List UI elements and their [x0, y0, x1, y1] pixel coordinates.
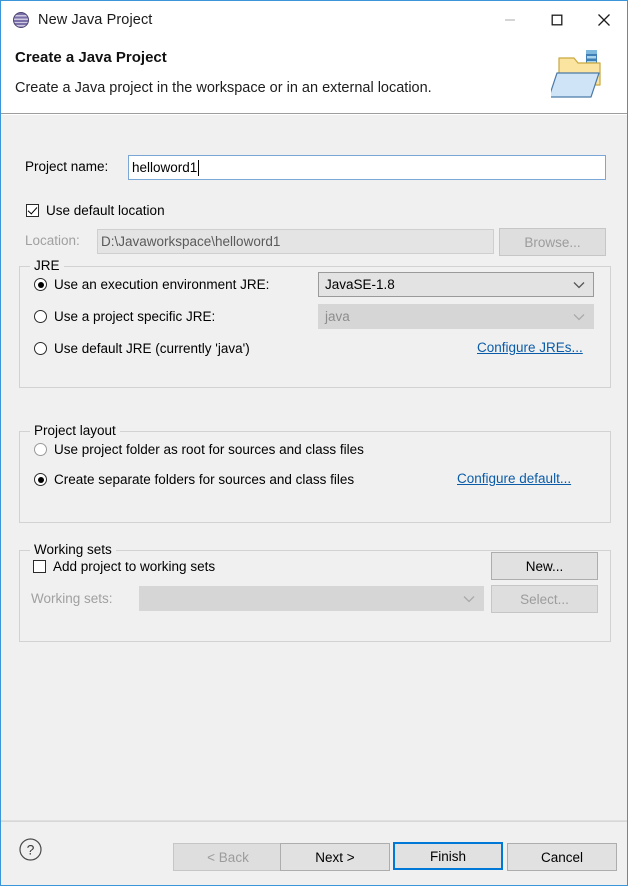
jre-execution-environment-value: JavaSE-1.8: [325, 277, 395, 292]
jre-group-title: JRE: [30, 258, 64, 273]
text-caret: [198, 159, 200, 176]
maximize-icon[interactable]: [533, 1, 580, 38]
jre-option-project-specific[interactable]: Use a project specific JRE:: [34, 309, 215, 324]
page-description: Create a Java project in the workspace o…: [15, 80, 432, 96]
add-to-working-sets-row[interactable]: Add project to working sets: [33, 559, 215, 574]
chevron-down-icon: [463, 591, 475, 606]
jre-option-execution-environment[interactable]: Use an execution environment JRE:: [34, 277, 269, 292]
help-question-icon[interactable]: ?: [18, 837, 43, 865]
title-bar: New Java Project: [1, 1, 627, 38]
project-layout-group-title: Project layout: [30, 423, 120, 438]
window-title: New Java Project: [38, 11, 153, 28]
add-to-working-sets-checkbox[interactable]: [33, 560, 46, 573]
minimize-icon[interactable]: [486, 1, 533, 38]
select-working-set-button: Select...: [491, 585, 598, 613]
dialog-body: Project name: helloword1 Use default loc…: [1, 114, 627, 820]
jre-project-specific-radio[interactable]: [34, 310, 47, 323]
layout-option-separate-folders[interactable]: Create separate folders for sources and …: [34, 472, 354, 487]
new-working-set-button[interactable]: New...: [491, 552, 598, 580]
jre-execution-environment-radio[interactable]: [34, 278, 47, 291]
eclipse-sphere-icon: [13, 11, 29, 28]
next-button[interactable]: Next >: [280, 843, 390, 871]
use-default-location-checkbox[interactable]: [26, 204, 39, 217]
use-default-location-label: Use default location: [46, 203, 165, 218]
project-name-label: Project name:: [25, 159, 109, 174]
jre-project-specific-combo: java: [318, 304, 594, 329]
use-default-location-row[interactable]: Use default location: [26, 203, 165, 218]
finish-button[interactable]: Finish: [393, 842, 503, 870]
project-name-value: helloword1: [132, 160, 198, 175]
location-value: D:\Javaworkspace\helloword1: [101, 234, 281, 249]
jre-default-radio[interactable]: [34, 342, 47, 355]
chevron-down-icon: [573, 277, 585, 292]
jre-execution-environment-label: Use an execution environment JRE:: [54, 277, 270, 292]
working-sets-group-title: Working sets: [30, 542, 116, 557]
working-sets-label: Working sets:: [31, 591, 113, 606]
window-controls: [486, 1, 627, 38]
footer-divider: [1, 821, 627, 822]
location-row: Location:: [25, 233, 80, 248]
back-button: < Back: [173, 843, 283, 871]
location-input: D:\Javaworkspace\helloword1: [97, 229, 494, 254]
dialog-header: Create a Java Project Create a Java proj…: [1, 38, 627, 114]
chevron-down-icon: [573, 309, 585, 324]
browse-button: Browse...: [499, 228, 606, 256]
dialog-footer: ? < Back Next > Finish Cancel: [1, 820, 627, 885]
configure-default-link[interactable]: Configure default...: [457, 471, 571, 486]
jre-project-specific-label: Use a project specific JRE:: [54, 309, 216, 324]
working-sets-combo: [139, 586, 484, 611]
page-title: Create a Java Project: [15, 49, 167, 66]
jre-option-default[interactable]: Use default JRE (currently 'java'): [34, 341, 250, 356]
jre-execution-environment-combo[interactable]: JavaSE-1.8: [318, 272, 594, 297]
new-java-project-dialog: New Java Project Create a Java Project C…: [0, 0, 628, 886]
jre-default-label: Use default JRE (currently 'java'): [54, 341, 250, 356]
project-name-input[interactable]: helloword1: [128, 155, 606, 180]
new-java-project-folder-icon: [548, 46, 613, 104]
working-sets-row: Working sets:: [31, 591, 113, 606]
layout-project-folder-radio[interactable]: [34, 443, 47, 456]
jre-project-specific-value: java: [325, 309, 350, 324]
svg-text:?: ?: [27, 842, 35, 858]
layout-separate-folders-radio[interactable]: [34, 473, 47, 486]
layout-separate-folders-label: Create separate folders for sources and …: [54, 472, 355, 487]
location-label: Location:: [25, 233, 80, 248]
layout-option-project-folder-root[interactable]: Use project folder as root for sources a…: [34, 442, 364, 457]
configure-jres-link[interactable]: Configure JREs...: [477, 340, 583, 355]
title-bar-left: New Java Project: [1, 11, 153, 28]
layout-project-folder-label: Use project folder as root for sources a…: [54, 442, 364, 457]
close-icon[interactable]: [580, 1, 627, 38]
cancel-button[interactable]: Cancel: [507, 843, 617, 871]
add-to-working-sets-label: Add project to working sets: [53, 559, 216, 574]
project-name-row: Project name:: [25, 159, 108, 174]
